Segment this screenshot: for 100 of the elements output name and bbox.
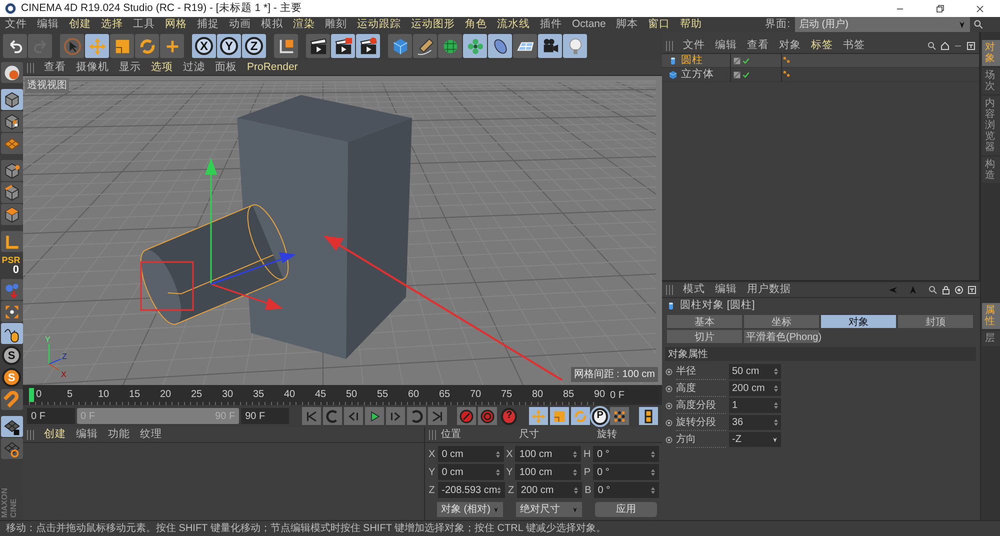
- menu-item[interactable]: 雕刻: [320, 17, 352, 32]
- menu-item[interactable]: 编辑: [71, 427, 103, 442]
- tool-button[interactable]: [413, 34, 437, 58]
- side-tab[interactable]: 层: [982, 331, 1000, 346]
- menu-item[interactable]: 书签: [838, 38, 870, 53]
- menu-item[interactable]: 功能: [103, 427, 135, 442]
- tool-button[interactable]: [356, 34, 380, 58]
- menu-item[interactable]: 模式: [678, 282, 710, 297]
- coordinate-field[interactable]: 0 °: [593, 464, 659, 480]
- playback-button[interactable]: [639, 407, 658, 425]
- menu-item[interactable]: 脚本: [610, 17, 643, 32]
- menu-item[interactable]: 模拟: [256, 17, 288, 32]
- mode-button[interactable]: [1, 182, 23, 203]
- mode-button[interactable]: [1, 111, 23, 132]
- layout-dropdown[interactable]: 启动 (用户): [795, 17, 970, 32]
- mode-button[interactable]: [1, 160, 23, 181]
- gizmo-z-arrow[interactable]: [210, 252, 296, 285]
- number-field[interactable]: 200 cm: [729, 381, 781, 396]
- menu-item[interactable]: ProRender: [242, 60, 303, 75]
- tool-button[interactable]: [306, 34, 330, 58]
- number-field[interactable]: 36: [729, 415, 781, 430]
- attribute-tab[interactable]: 对象: [820, 314, 897, 329]
- attribute-tab[interactable]: 切片: [666, 329, 743, 344]
- mode-button[interactable]: [1, 438, 23, 459]
- menu-item[interactable]: 面板: [210, 60, 242, 75]
- menu-item[interactable]: 创建: [64, 17, 96, 32]
- menu-item[interactable]: 选择: [96, 17, 128, 32]
- axis-lock-button[interactable]: X: [192, 34, 216, 58]
- menu-item[interactable]: 查看: [742, 38, 774, 53]
- coordinate-field[interactable]: 200 cm: [516, 482, 582, 498]
- menu-item[interactable]: 文件: [0, 17, 32, 32]
- menu-item[interactable]: Octane: [567, 17, 611, 32]
- menu-item[interactable]: 插件: [535, 17, 567, 32]
- axis-lock-button[interactable]: Z: [242, 34, 266, 58]
- mode-button[interactable]: [1, 323, 23, 344]
- menu-item[interactable]: 网格: [160, 17, 192, 32]
- menu-item[interactable]: 动画: [224, 17, 256, 32]
- menu-item[interactable]: 窗口: [642, 17, 675, 32]
- menu-item[interactable]: 捕捉: [192, 17, 224, 32]
- coordinate-field[interactable]: -208.593 cm: [438, 482, 506, 498]
- menu-item[interactable]: 用户数据: [742, 282, 796, 297]
- menu-item[interactable]: 渲染: [288, 17, 320, 32]
- dropdown-field[interactable]: -Z: [729, 432, 781, 447]
- menu-item[interactable]: 对象: [774, 38, 806, 53]
- coordinate-field[interactable]: 0 °: [593, 446, 659, 462]
- menu-item[interactable]: 编辑: [32, 17, 64, 32]
- menu-item[interactable]: 工具: [128, 17, 160, 32]
- menu-item[interactable]: 标签: [806, 38, 838, 53]
- tool-button[interactable]: [488, 34, 512, 58]
- menu-item[interactable]: 过滤: [178, 60, 210, 75]
- menu-item[interactable]: 运动跟踪: [352, 17, 406, 32]
- mode-button[interactable]: [1, 62, 23, 83]
- gizmo-y-arrow[interactable]: [205, 158, 217, 285]
- playback-button[interactable]: [364, 407, 384, 425]
- object-name[interactable]: 圆柱: [678, 52, 730, 68]
- coordinate-field[interactable]: 0 °: [594, 482, 660, 498]
- number-field[interactable]: 1: [729, 398, 781, 413]
- coordinate-field[interactable]: 100 cm: [515, 446, 582, 462]
- side-tab[interactable]: 场次: [982, 68, 1000, 94]
- key-help-button[interactable]: ?: [501, 408, 517, 424]
- side-tab[interactable]: 构造: [982, 157, 1000, 183]
- mode-button[interactable]: [1, 204, 23, 225]
- tool-button[interactable]: [331, 34, 355, 58]
- menu-item[interactable]: 编辑: [710, 282, 742, 297]
- menu-item[interactable]: 帮助: [674, 17, 707, 32]
- axis-lock-button[interactable]: Y: [217, 34, 241, 58]
- apply-button[interactable]: 应用: [595, 502, 657, 517]
- size-mode-dropdown[interactable]: 绝对尺寸: [516, 502, 582, 517]
- attribute-tab[interactable]: 封顶: [897, 314, 974, 329]
- tool-button[interactable]: [3, 34, 27, 58]
- playback-button[interactable]: [529, 407, 548, 425]
- gizmo-x-arrow[interactable]: [210, 283, 284, 310]
- attribute-tab[interactable]: 基本: [666, 314, 743, 329]
- end-frame-field[interactable]: 90 F: [241, 408, 289, 424]
- start-frame-field[interactable]: 0 F: [27, 408, 75, 424]
- menu-item[interactable]: 摄像机: [71, 60, 114, 75]
- coordinate-field[interactable]: 100 cm: [515, 464, 582, 480]
- playback-button[interactable]: [550, 407, 570, 425]
- mode-button[interactable]: [1, 89, 23, 110]
- coordinate-field[interactable]: 0 cm: [438, 464, 504, 480]
- menu-item[interactable]: 纹理: [135, 427, 167, 442]
- coordinate-field[interactable]: 0 cm: [438, 446, 504, 462]
- tool-button[interactable]: [513, 34, 537, 58]
- menu-item[interactable]: 编辑: [710, 38, 742, 53]
- attribute-tab[interactable]: 坐标: [743, 314, 820, 329]
- snap-button[interactable]: S: [2, 346, 21, 365]
- parameter-key-button[interactable]: P: [592, 408, 608, 424]
- mode-button[interactable]: [1, 416, 23, 437]
- menu-item[interactable]: 创建: [39, 427, 71, 442]
- menu-item[interactable]: 文件: [678, 38, 710, 53]
- menu-item[interactable]: 运动图形: [406, 17, 460, 32]
- coordinate-mode-dropdown[interactable]: 对象 (相对): [437, 502, 503, 517]
- tool-button[interactable]: [538, 34, 562, 58]
- menu-item[interactable]: 角色: [460, 17, 492, 32]
- object-name[interactable]: 立方体: [678, 66, 730, 82]
- menu-item[interactable]: 显示: [114, 60, 146, 75]
- playhead-marker[interactable]: [29, 388, 34, 402]
- menu-item[interactable]: 选项: [146, 60, 178, 75]
- menu-item[interactable]: 流水线: [492, 17, 535, 32]
- menu-item[interactable]: 查看: [39, 60, 71, 75]
